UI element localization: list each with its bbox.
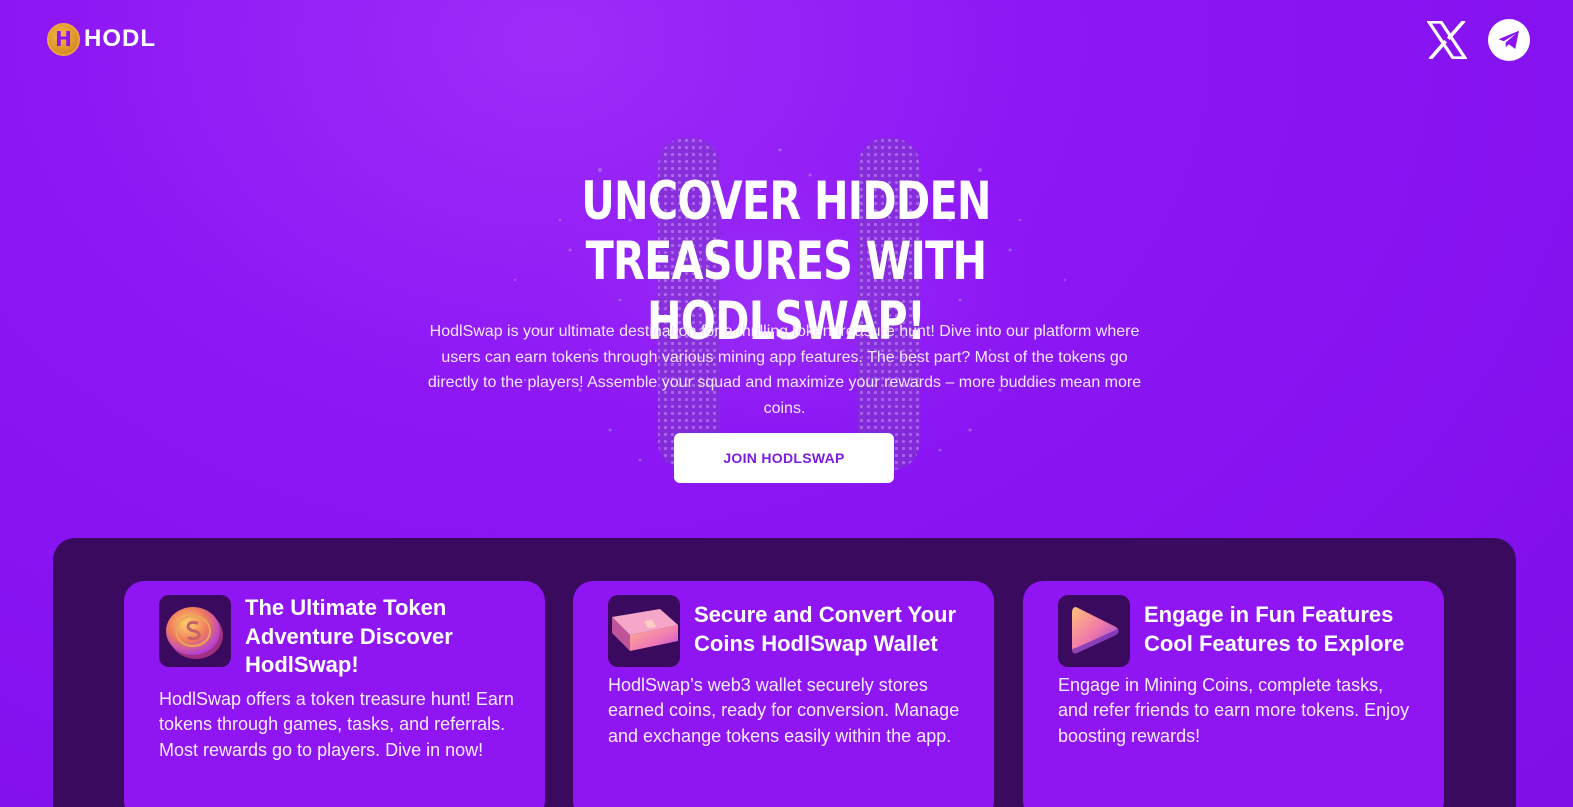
join-hodlswap-button[interactable]: JOIN HODLSWAP — [674, 433, 894, 483]
telegram-link[interactable] — [1488, 19, 1530, 61]
feature-text: HodlSwap’s web3 wallet securely stores e… — [608, 675, 960, 746]
feature-card: The Ultimate Token Adventure Discover Ho… — [124, 581, 545, 807]
feature-title: Secure and Convert Your Coins HodlSwap W… — [694, 602, 957, 656]
logo-mark: H — [47, 22, 80, 56]
wallet-icon — [608, 595, 680, 667]
coin-icon — [159, 595, 231, 667]
feature-text: Engage in Mining Coins, complete tasks, … — [1058, 675, 1410, 746]
site-header: H HODL — [0, 0, 1573, 80]
feature-text: HodlSwap offers a token treasure hunt! E… — [159, 689, 514, 760]
feature-title: The Ultimate Token Adventure Discover Ho… — [245, 595, 453, 677]
logo-link[interactable]: H HODL — [47, 22, 156, 56]
x-icon — [1427, 21, 1467, 59]
hero-description: HodlSwap is your ultimate destination fo… — [427, 323, 1142, 417]
feature-card: Secure and Convert Your Coins HodlSwap W… — [573, 581, 994, 807]
telegram-icon — [1498, 30, 1519, 49]
play-icon — [1058, 595, 1130, 667]
logo-text: HODL — [84, 25, 156, 52]
feature-title: Engage in Fun Features Cool Features to … — [1144, 602, 1405, 656]
x-link[interactable] — [1426, 19, 1468, 61]
feature-card: Engage in Fun Features Cool Features to … — [1023, 581, 1444, 807]
